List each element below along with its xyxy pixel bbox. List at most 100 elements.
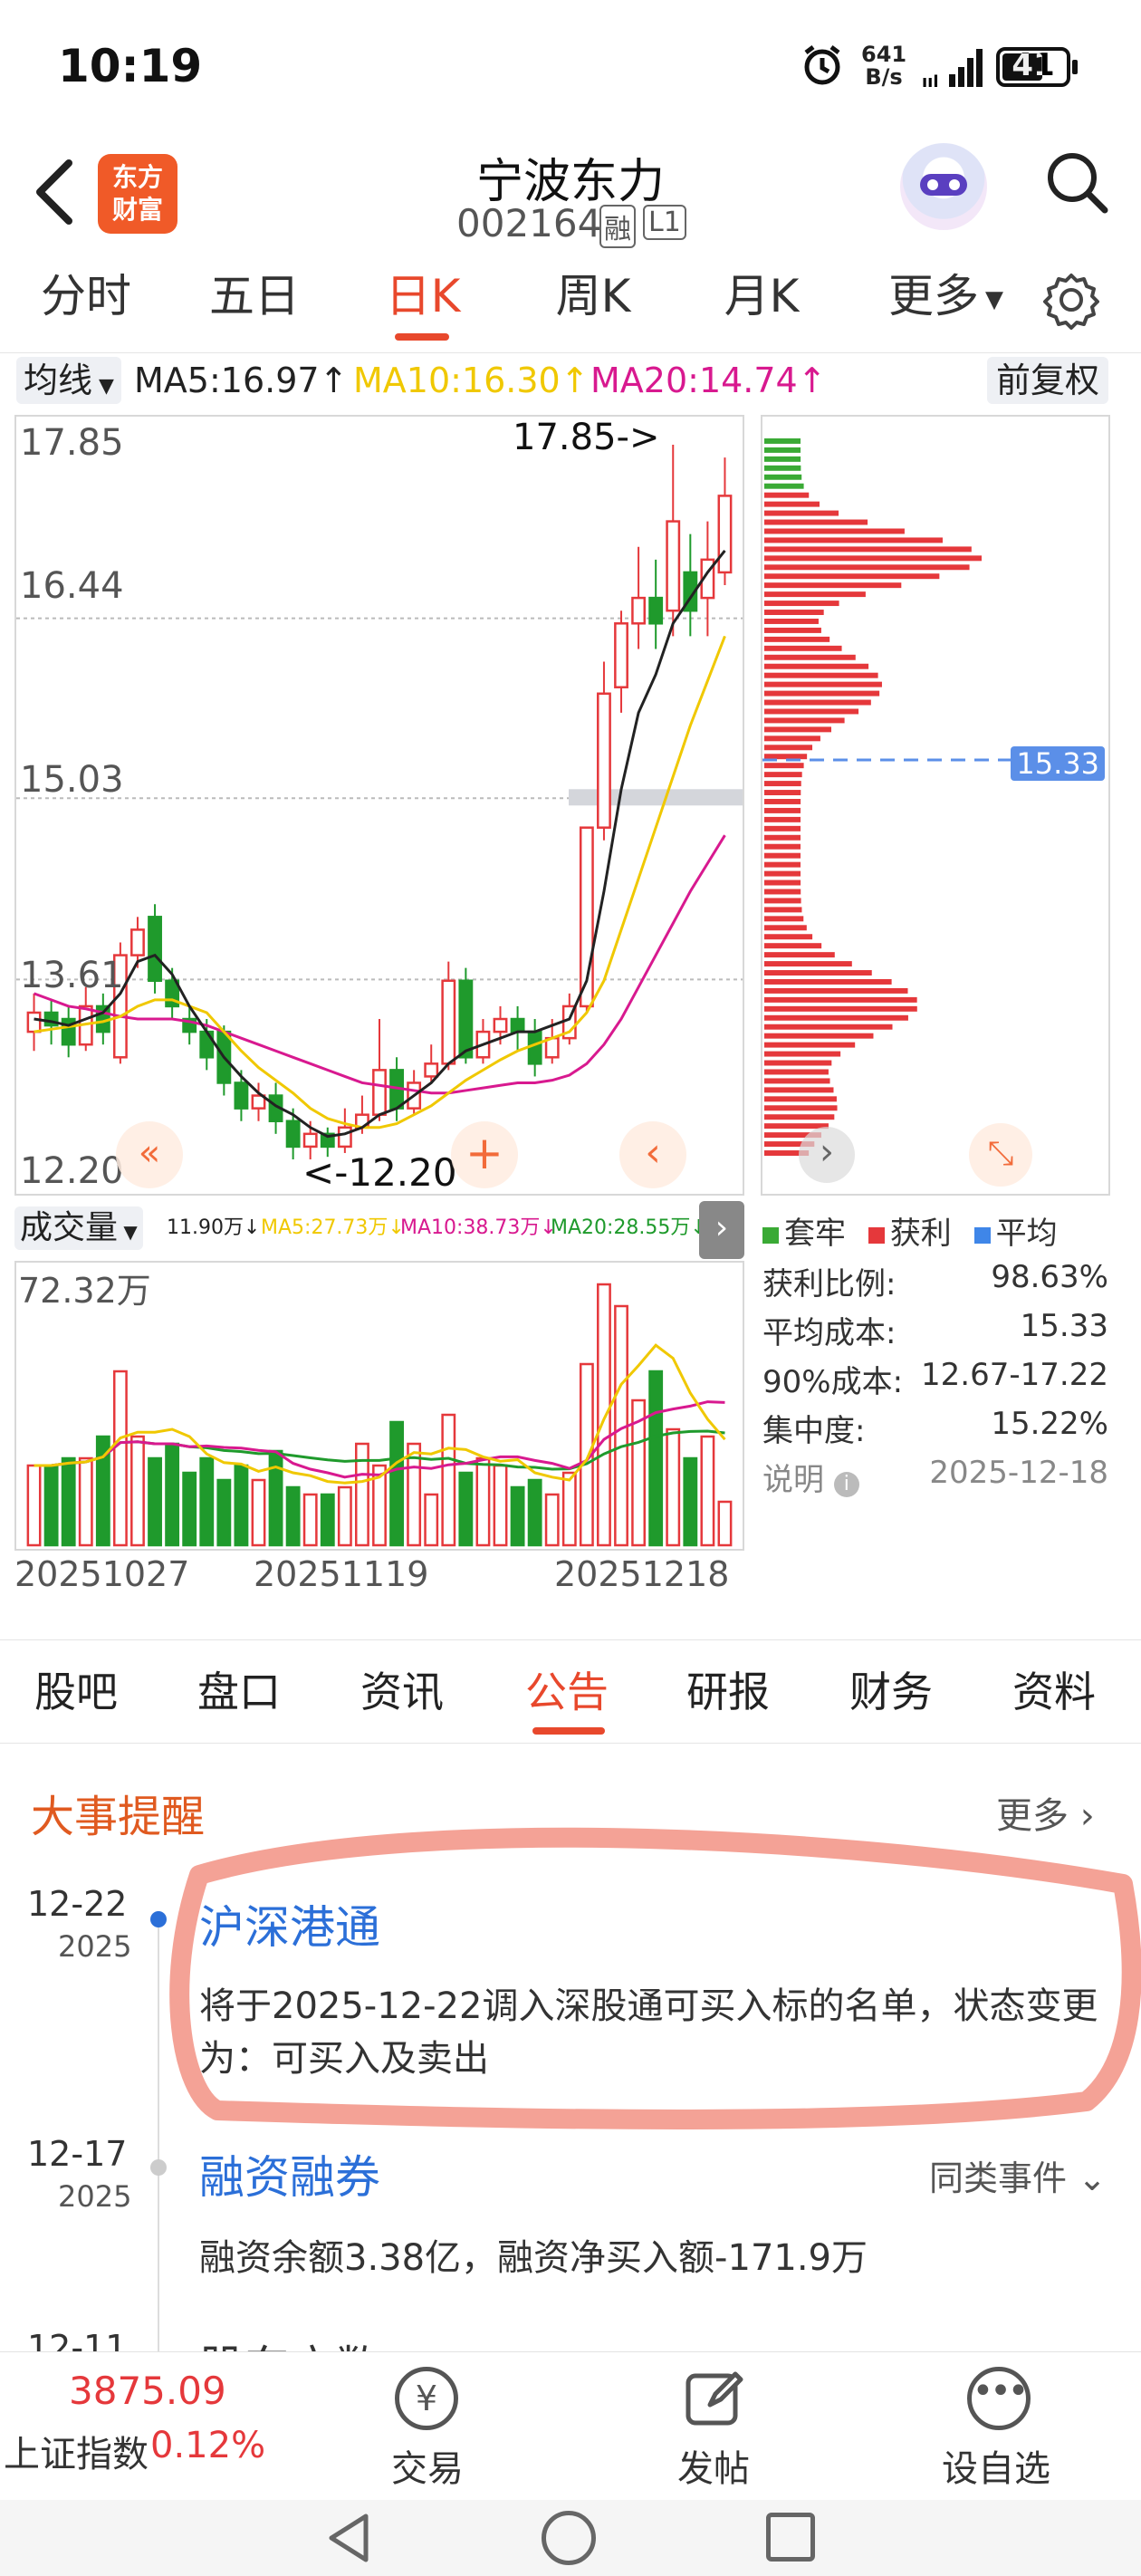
- tab-news[interactable]: 资讯: [360, 1640, 444, 1745]
- active-tab-underline: [532, 1727, 605, 1735]
- nav-home-icon[interactable]: [542, 2511, 596, 2565]
- zoom-in-icon[interactable]: +: [451, 1121, 518, 1188]
- chip-bar: [764, 925, 807, 931]
- similar-events-link[interactable]: 同类事件 ⌄: [929, 2150, 1107, 2200]
- stat-note-label[interactable]: 说明 i: [762, 1455, 859, 1499]
- chip-bar: [764, 852, 801, 859]
- chip-bar: [764, 745, 813, 751]
- volume-chart-panel[interactable]: 72.32万: [14, 1261, 744, 1551]
- candle: [597, 692, 611, 829]
- candle: [424, 1062, 439, 1078]
- candle: [666, 520, 681, 612]
- volume-bar: [475, 1456, 491, 1547]
- ma10-value: MA10:16.30↑: [353, 360, 590, 400]
- stat-concentration-label: 集中度:: [762, 1413, 866, 1449]
- tab-guba[interactable]: 股吧: [34, 1640, 118, 1745]
- nav-back-icon[interactable]: [322, 2511, 377, 2569]
- settings-gear-icon[interactable]: [1041, 270, 1101, 333]
- chip-bar: [764, 708, 859, 715]
- date-label: 20251218: [554, 1554, 730, 1594]
- ma-selector[interactable]: 均线 ▼: [16, 357, 121, 404]
- step-back-icon[interactable]: ‹: [619, 1121, 686, 1188]
- more-options-icon[interactable]: •••: [967, 2367, 1031, 2430]
- tab-finance[interactable]: 财务: [849, 1640, 933, 1745]
- volume-max-label: 72.32万: [18, 1271, 151, 1311]
- chip-bar: [764, 790, 801, 795]
- chip-bar: [764, 663, 869, 669]
- chip-play-icon[interactable]: ›: [799, 1127, 855, 1183]
- event-body: 融资余额3.38亿，融资净买入额-171.9万: [199, 2237, 868, 2279]
- price-axis-label: 16.44: [20, 565, 124, 607]
- active-tab-underline: [395, 333, 449, 341]
- info-tabs: 股吧 盘口 资讯 公告 研报 财务 资料: [0, 1639, 1141, 1744]
- volume-current: 11.90万↓: [167, 1216, 261, 1239]
- search-icon[interactable]: [1041, 147, 1114, 223]
- signal-icon: ııl: [922, 47, 985, 92]
- add-watchlist-label[interactable]: 设自选: [942, 2439, 1050, 2492]
- stat-90-cost-label: 90%成本:: [762, 1364, 904, 1400]
- chip-bar: [764, 1014, 908, 1021]
- collapse-panel-icon[interactable]: ›: [699, 1201, 744, 1259]
- event-date: 12-11: [27, 2328, 128, 2351]
- event-title[interactable]: 股东户数: [199, 2331, 380, 2353]
- chip-bar: [764, 1033, 874, 1039]
- chip-bar: [764, 934, 813, 940]
- price-chart-panel[interactable]: 17.85 16.44 15.03 13.61 12.20 17.85-> <-…: [14, 415, 744, 1196]
- expand-icon[interactable]: ⤡: [969, 1123, 1032, 1187]
- volume-bar: [285, 1485, 301, 1547]
- chip-bar: [764, 573, 940, 580]
- index-value[interactable]: 3875.09: [69, 2369, 226, 2413]
- chip-bar: [764, 492, 810, 498]
- chip-bar: [764, 510, 839, 516]
- adjust-mode-button[interactable]: 前复权: [987, 357, 1109, 404]
- volume-bar: [61, 1456, 76, 1547]
- volume-selector[interactable]: 成交量 ▼: [14, 1206, 143, 1250]
- post-label[interactable]: 发帖: [677, 2439, 750, 2492]
- chip-bar: [764, 645, 842, 651]
- assistant-avatar[interactable]: [900, 143, 987, 230]
- tab-pankou[interactable]: 盘口: [197, 1640, 281, 1745]
- volume-bar: [700, 1435, 715, 1547]
- volume-bar: [268, 1449, 283, 1547]
- tab-monthly-k[interactable]: 月K: [712, 263, 811, 353]
- ma-legend-row: 均线 ▼ MA5:16.97↑ MA10:16.30↑ MA20:14.74↑ …: [0, 353, 1141, 408]
- chip-bar: [764, 825, 801, 831]
- tab-weekly-k[interactable]: 周K: [543, 263, 643, 353]
- volume-bar: [597, 1283, 611, 1547]
- tab-intraday[interactable]: 分时: [36, 263, 136, 353]
- clock: 10:19: [58, 40, 203, 92]
- volume-bar: [78, 1456, 93, 1547]
- chip-bar: [764, 834, 801, 841]
- chip-bar: [764, 591, 866, 598]
- scroll-left-icon[interactable]: «: [116, 1121, 183, 1188]
- trade-icon[interactable]: ¥: [395, 2367, 458, 2430]
- event-date: 12-17: [27, 2134, 128, 2174]
- event-title[interactable]: 融资融券: [199, 2141, 380, 2206]
- candle: [458, 979, 474, 1059]
- chip-bar: [764, 987, 908, 994]
- chip-bar: [764, 898, 801, 904]
- stat-date-value: 2025-12-18: [929, 1455, 1108, 1491]
- ma5-value: MA5:16.97↑: [134, 360, 349, 400]
- chip-bar: [764, 1060, 832, 1066]
- chip-bar: [764, 843, 801, 850]
- avg-cost-band: [569, 789, 743, 806]
- chip-bar: [764, 816, 801, 822]
- candle: [148, 916, 162, 983]
- ma20-value: MA20:14.74↑: [590, 360, 827, 400]
- chip-bar: [764, 754, 808, 760]
- tab-profile[interactable]: 资料: [1012, 1640, 1096, 1745]
- chip-bar: [764, 726, 832, 733]
- nav-recents-icon[interactable]: [766, 2513, 815, 2562]
- candle: [302, 1132, 318, 1149]
- stat-avg-cost-value: 15.33: [1020, 1308, 1108, 1344]
- trade-label[interactable]: 交易: [391, 2439, 464, 2492]
- legend-average: 平均: [995, 1216, 1058, 1252]
- tab-more[interactable]: 更多: [884, 263, 983, 353]
- index-name[interactable]: 上证指数: [4, 2425, 149, 2477]
- chip-legend: 套牢 获利 平均: [762, 1208, 1058, 1253]
- chip-bar: [764, 699, 871, 706]
- post-edit-icon[interactable]: [683, 2367, 746, 2434]
- tab-research[interactable]: 研报: [686, 1640, 770, 1745]
- tab-five-day[interactable]: 五日: [205, 263, 304, 353]
